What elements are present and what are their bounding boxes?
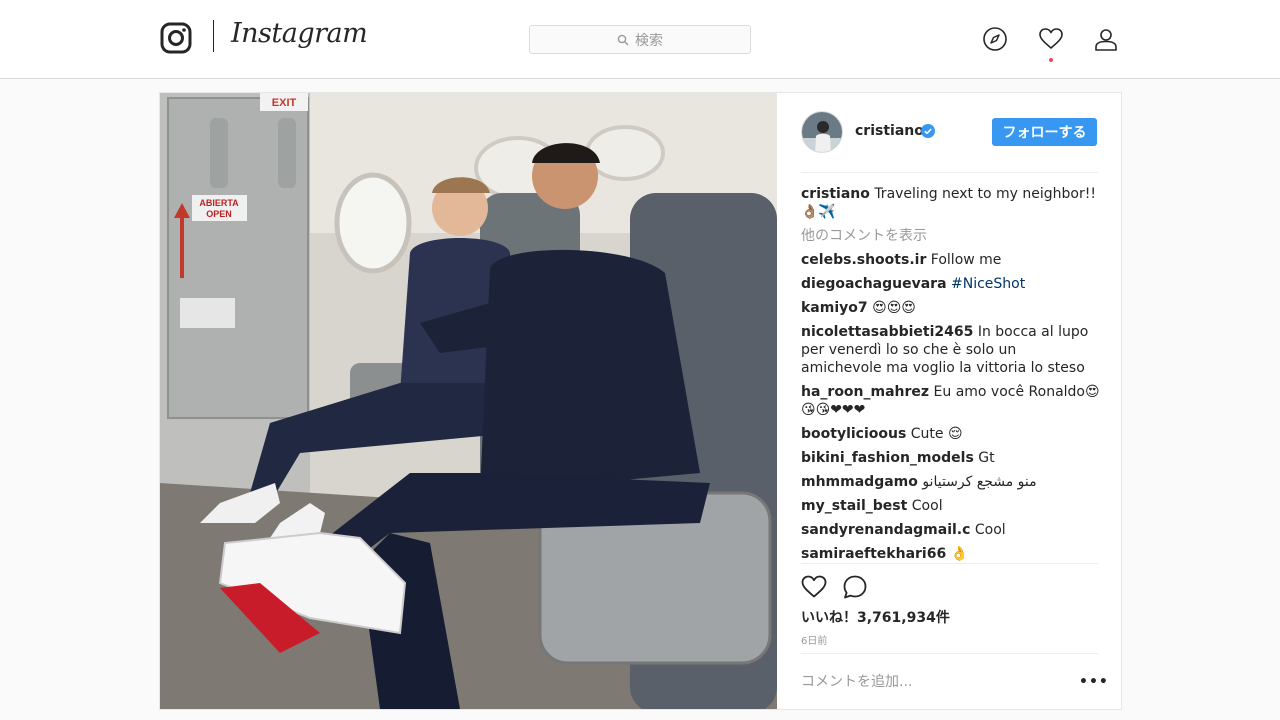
comment-item: bikini_fashion_models Gt [801,449,1101,467]
comment-item: kamiyo7 😍😍😍 [801,299,1101,317]
like-heart-icon[interactable] [801,574,827,600]
comment-username[interactable]: nicolettasabbieti2465 [801,324,973,340]
comment-username[interactable]: bootylicioous [801,426,906,442]
comment-username[interactable]: samiraeftekhari66 [801,546,946,562]
comment-username[interactable]: my_stail_best [801,498,907,514]
comment-text: Cool [911,498,943,514]
post-username[interactable]: cristiano [855,123,924,139]
comment-username[interactable]: diegoachaguevara [801,276,947,292]
door-sign-abierta: ABIERTA [199,198,239,208]
post-sidebar: cristiano フォローする cristiano Traveling nex… [777,93,1122,709]
comment-item: mhmmadgamo منو مشجع كرستيانو [801,473,1101,491]
search-input[interactable]: 検索 [529,25,751,54]
comments-list: cristiano Traveling next to my neighbor!… [801,185,1101,565]
comment-text: 👌 [950,546,969,562]
avatar[interactable] [801,111,843,153]
post-timestamp: 6日前 [801,636,828,647]
comment-bubble-icon[interactable] [842,574,868,600]
door-sign-open: OPEN [206,209,232,219]
search-placeholder: 検索 [635,32,663,49]
comment-text: Cute 😌 [910,426,963,442]
follow-button[interactable]: フォローする [992,118,1097,146]
comment-item: nicolettasabbieti2465 In bocca al lupo p… [801,323,1101,377]
comment-item: ha_roon_mahrez Eu amo você Ronaldo😍😘😘❤❤❤ [801,383,1101,419]
comment-username[interactable]: bikini_fashion_models [801,450,974,466]
search-icon [617,34,629,45]
comment-item: celebs.shoots.ir Follow me [801,251,1101,269]
load-more-comments-link[interactable]: 他のコメントを表示 [801,227,1101,245]
comment-username[interactable]: kamiyo7 [801,300,868,316]
top-navigation-bar: Instagram 検索 [0,0,1280,79]
compass-icon[interactable] [982,26,1008,52]
add-comment-bar: コメントを追加... ••• [801,653,1108,709]
comment-text: Cool [974,522,1006,538]
comment-username[interactable]: ha_roon_mahrez [801,384,929,400]
post-header: cristiano フォローする [801,111,1098,173]
comment-text: 😍😍😍 [872,300,916,316]
add-comment-input[interactable]: コメントを追加... [801,671,912,691]
heart-icon[interactable] [1038,26,1064,52]
post-photo[interactable]: EXIT ABIERTA OPEN [160,93,777,709]
comment-username[interactable]: sandyrenandagmail.c [801,522,970,538]
user-icon[interactable] [1093,26,1119,52]
comment-item: diegoachaguevara #NiceShot [801,275,1101,293]
instagram-wordmark[interactable]: Instagram [231,18,368,49]
verified-badge-icon [921,124,935,138]
comment-item: samiraeftekhari66 👌 [801,545,1101,563]
comment-username[interactable]: celebs.shoots.ir [801,252,926,268]
instagram-glyph-icon[interactable] [160,22,192,54]
caption: cristiano Traveling next to my neighbor!… [801,185,1101,221]
comment-item: sandyrenandagmail.c Cool [801,521,1101,539]
comment-text: منو مشجع كرستيانو [922,474,1037,490]
notification-dot [1049,58,1053,62]
exit-sign: EXIT [272,97,297,109]
post-actions: いいね！3,761,934件 6日前 [801,563,1098,653]
airplane-cabin-photo: EXIT ABIERTA OPEN [160,93,777,709]
comment-text: Gt [978,450,995,466]
logo-divider [213,20,214,52]
post-card: EXIT ABIERTA OPEN cristiano フォローする crist… [159,92,1122,710]
hashtag-link[interactable]: #NiceShot [951,276,1025,292]
comment-username[interactable]: mhmmadgamo [801,474,918,490]
caption-username[interactable]: cristiano [801,186,870,202]
more-options-button[interactable]: ••• [1079,674,1109,690]
like-count[interactable]: いいね！3,761,934件 [801,607,950,627]
comment-text: Follow me [930,252,1002,268]
comment-item: bootylicioous Cute 😌 [801,425,1101,443]
comment-item: my_stail_best Cool [801,497,1101,515]
avatar-image [802,112,842,152]
